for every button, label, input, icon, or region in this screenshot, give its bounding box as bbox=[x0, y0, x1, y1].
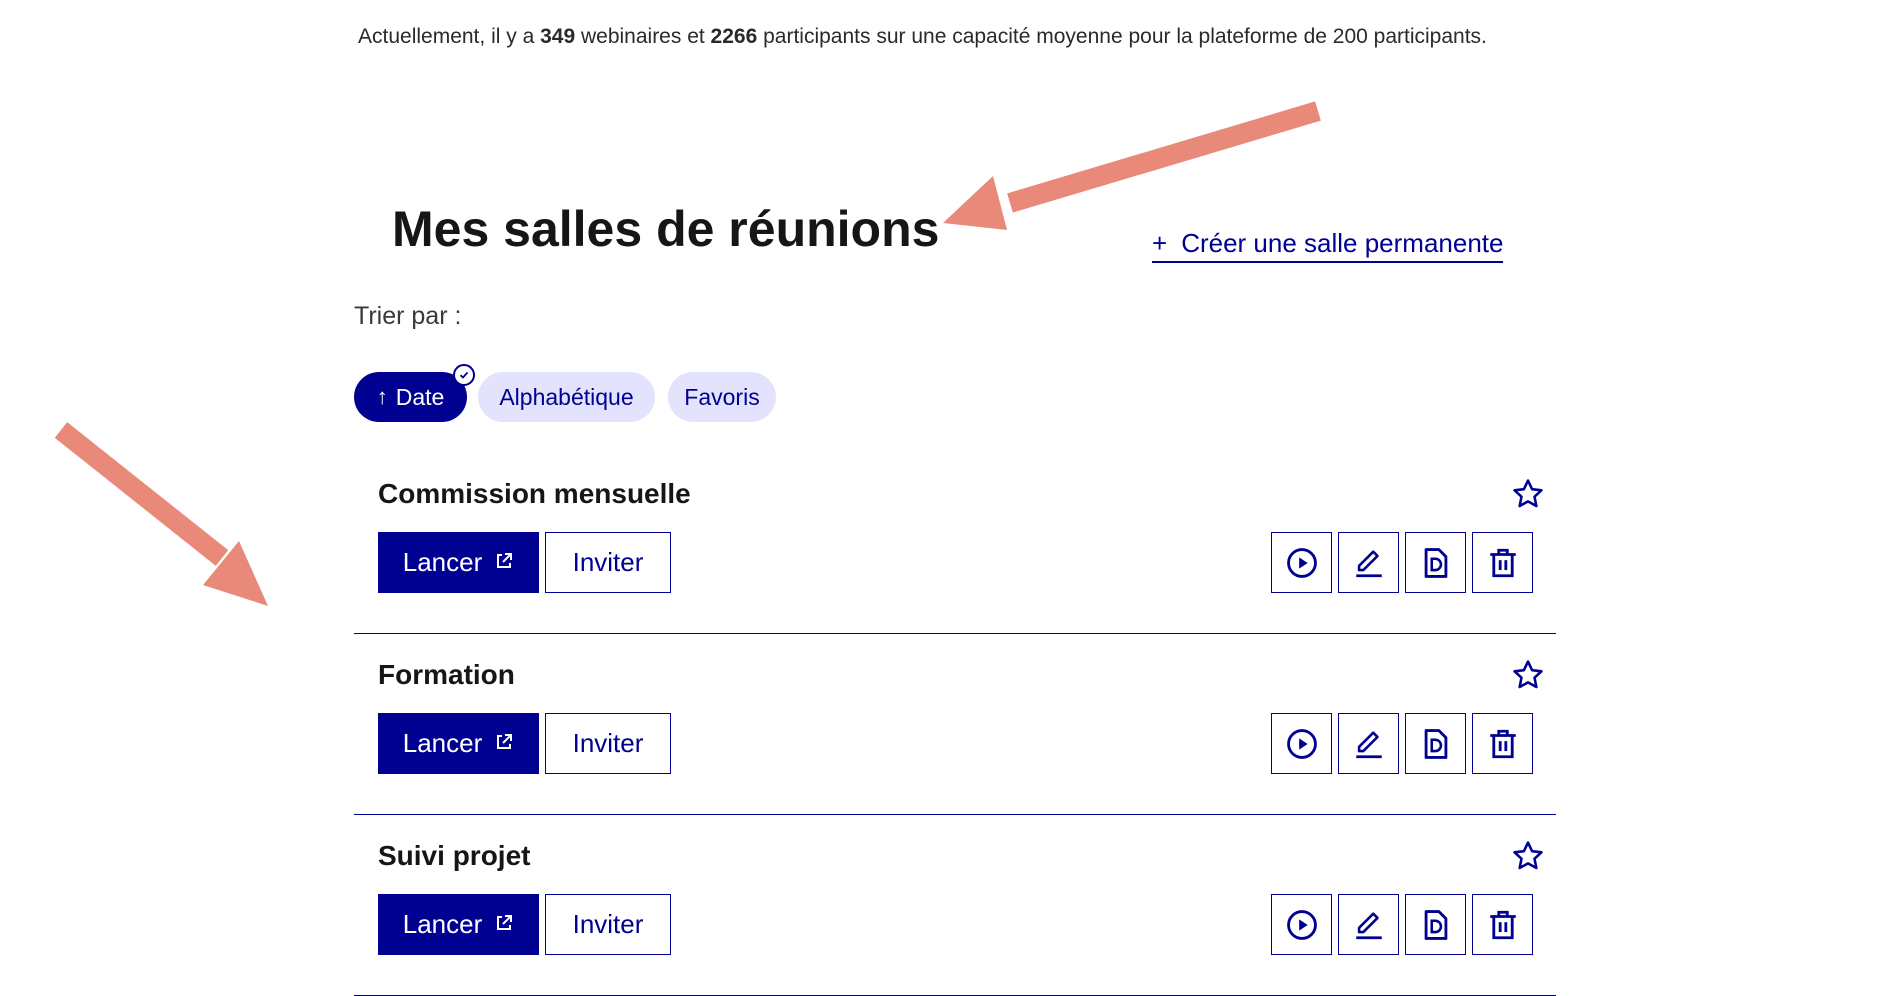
external-link-icon bbox=[494, 728, 514, 759]
pencil-icon[interactable] bbox=[1338, 713, 1399, 774]
sort-chip-favorites[interactable]: Favoris bbox=[668, 372, 776, 422]
trash-icon[interactable] bbox=[1472, 532, 1533, 593]
plus-icon: + bbox=[1152, 228, 1168, 258]
launch-button[interactable]: Lancer bbox=[378, 894, 539, 955]
sort-chip-favorites-label: Favoris bbox=[684, 383, 760, 410]
external-link-icon bbox=[494, 547, 514, 578]
play-circle-icon[interactable] bbox=[1271, 713, 1332, 774]
stats-middle: webinaires et bbox=[575, 25, 711, 48]
stats-webinar-count: 349 bbox=[540, 25, 576, 48]
pencil-icon[interactable] bbox=[1338, 532, 1399, 593]
room-name: Commission mensuelle bbox=[378, 478, 691, 509]
stats-prefix: Actuellement, il y a bbox=[358, 25, 541, 48]
room-card: Suivi projet Lancer Inviter bbox=[354, 816, 1556, 996]
document-icon[interactable] bbox=[1405, 532, 1466, 593]
play-circle-icon[interactable] bbox=[1271, 894, 1332, 955]
sort-chip-alphabetical[interactable]: Alphabétique bbox=[478, 372, 655, 422]
invite-button[interactable]: Inviter bbox=[545, 532, 671, 593]
launch-button[interactable]: Lancer bbox=[378, 713, 539, 774]
document-icon[interactable] bbox=[1405, 713, 1466, 774]
room-card: Formation Lancer Inviter bbox=[354, 635, 1556, 815]
sort-chip-date-label: Date bbox=[395, 383, 445, 410]
launch-label: Lancer bbox=[402, 909, 483, 939]
invite-button[interactable]: Inviter bbox=[545, 713, 671, 774]
external-link-icon bbox=[494, 909, 514, 940]
trash-icon[interactable] bbox=[1472, 894, 1533, 955]
create-room-label: Créer une salle permanente bbox=[1181, 228, 1504, 258]
favorite-star-icon[interactable] bbox=[1508, 655, 1548, 695]
sort-chip-alphabetical-label: Alphabétique bbox=[499, 383, 634, 410]
page-title: Mes salles de réunions bbox=[392, 201, 940, 257]
launch-button[interactable]: Lancer bbox=[378, 532, 539, 593]
create-permanent-room-link[interactable]: + Créer une salle permanente bbox=[1152, 228, 1504, 263]
play-circle-icon[interactable] bbox=[1271, 532, 1332, 593]
annotation-arrow-title bbox=[943, 101, 1321, 230]
document-icon[interactable] bbox=[1405, 894, 1466, 955]
invite-button[interactable]: Inviter bbox=[545, 894, 671, 955]
favorite-star-icon[interactable] bbox=[1508, 474, 1548, 514]
sort-chip-date[interactable]: ↑ Date bbox=[354, 372, 467, 422]
trash-icon[interactable] bbox=[1472, 713, 1533, 774]
check-circle-icon bbox=[453, 364, 475, 386]
favorite-star-icon[interactable] bbox=[1508, 836, 1548, 876]
stats-participant-count: 2266 bbox=[710, 25, 758, 48]
pencil-icon[interactable] bbox=[1338, 894, 1399, 955]
arrow-up-icon: ↑ bbox=[376, 384, 388, 409]
sort-label: Trier par : bbox=[354, 302, 462, 330]
room-name: Formation bbox=[378, 659, 515, 690]
stats-suffix: participants sur une capacité moyenne po… bbox=[757, 25, 1487, 48]
annotation-arrow-rooms bbox=[54, 422, 268, 606]
room-card: Commission mensuelle Lancer Inviter bbox=[354, 454, 1556, 634]
launch-label: Lancer bbox=[402, 547, 483, 577]
platform-stats: Actuellement, il y a 349 webinaires et 2… bbox=[358, 25, 1487, 49]
launch-label: Lancer bbox=[402, 728, 483, 758]
room-name: Suivi projet bbox=[378, 840, 531, 871]
